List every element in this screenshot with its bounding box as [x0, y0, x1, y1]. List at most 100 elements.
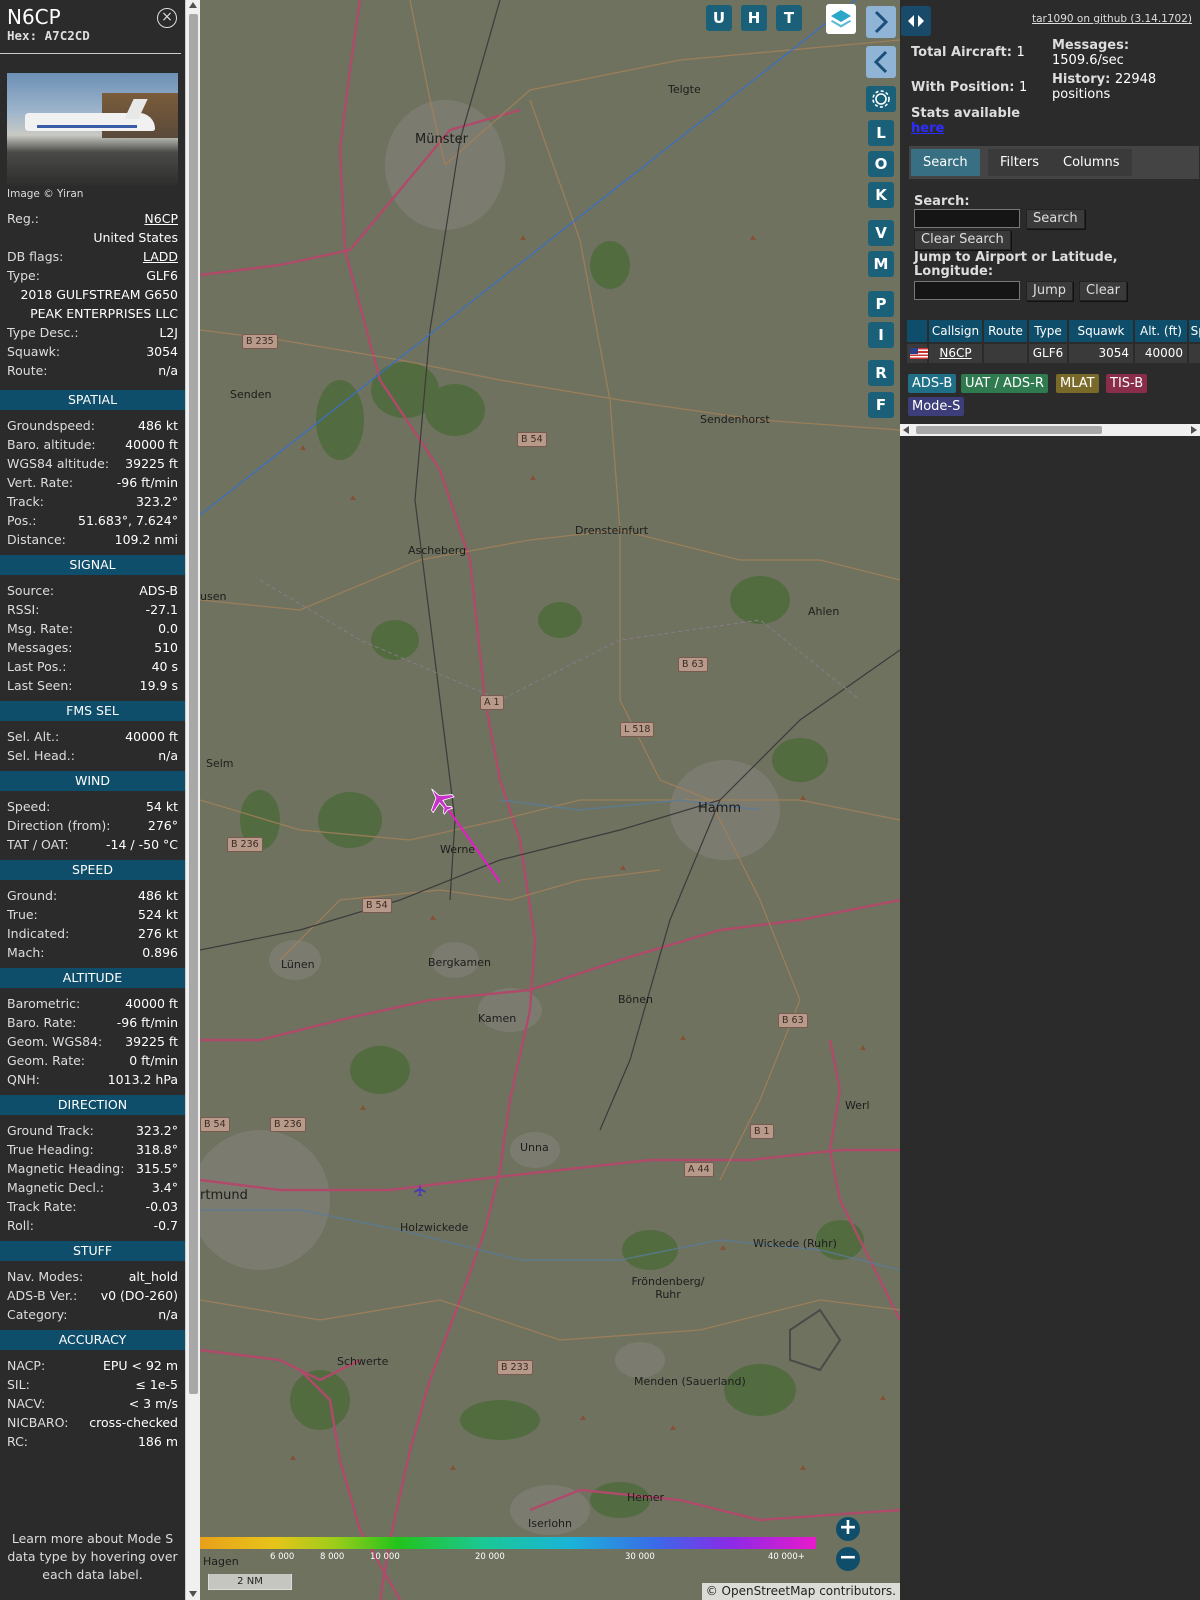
- zoom-out-button[interactable]: −: [836, 1547, 860, 1571]
- map-road-label: B 63: [678, 657, 708, 672]
- table-header-spd[interactable]: Spd.: [1189, 320, 1200, 342]
- table-header-type[interactable]: Type: [1029, 320, 1067, 342]
- table-header-callsign[interactable]: Callsign: [929, 320, 982, 342]
- info-row: Ground Track: 323.2°: [0, 1121, 185, 1140]
- info-value: 323.2°: [135, 494, 178, 509]
- section-header-fms-sel: FMS SEL: [0, 701, 185, 721]
- info-row: Msg. Rate: 0.0: [0, 619, 185, 638]
- gear-icon[interactable]: [866, 86, 896, 112]
- legend-tick: 40 000+: [768, 1552, 805, 1562]
- info-value: PEAK ENTERPRISES LLC: [30, 306, 178, 321]
- info-label: Track Rate:: [7, 1199, 77, 1214]
- map-button-k[interactable]: K: [868, 182, 894, 208]
- map-label-town: Drensteinfurt: [575, 524, 649, 537]
- info-row: Sel. Alt.: 40000 ft: [0, 727, 185, 746]
- map-road-label: B 1: [750, 1124, 774, 1139]
- info-label: True Heading:: [7, 1142, 94, 1157]
- info-label: Pos.:: [7, 513, 37, 528]
- table-header-alt-ft[interactable]: Alt. (ft): [1135, 320, 1187, 342]
- info-value: 276 kt: [138, 926, 178, 941]
- search-input[interactable]: [914, 209, 1020, 228]
- info-value: -96 ft/min: [116, 475, 178, 490]
- map-button-m[interactable]: M: [868, 251, 894, 277]
- jump-button[interactable]: Jump: [1026, 281, 1073, 301]
- chevron-left-icon[interactable]: [866, 46, 896, 78]
- layers-icon[interactable]: [826, 4, 856, 34]
- zoom-in-button[interactable]: +: [836, 1517, 860, 1541]
- info-label: RSSI:: [7, 602, 40, 617]
- map-canvas[interactable]: Münster Telgte Senden Sendenhorst Ascheberg D…: [200, 0, 900, 1600]
- info-row: Ground: 486 kt: [0, 886, 185, 905]
- info-row: Geom. WGS84: 39225 ft: [0, 1032, 185, 1051]
- hex-value: A7C2CD: [44, 28, 90, 43]
- photo-credit: Image © Yiran: [7, 188, 84, 200]
- info-row: NICBARO: cross-checked: [0, 1413, 185, 1432]
- chevron-right-icon[interactable]: [866, 6, 896, 38]
- info-value[interactable]: N6CP: [144, 209, 178, 228]
- map-base: [200, 0, 900, 1600]
- table-header-route[interactable]: Route: [984, 320, 1027, 342]
- aircraft-photo[interactable]: [7, 73, 178, 186]
- info-label: Barometric:: [7, 996, 81, 1011]
- table-scrollbar[interactable]: [900, 424, 1200, 436]
- info-row: Nav. Modes: alt_hold: [0, 1267, 185, 1286]
- info-label: SIL:: [7, 1377, 30, 1392]
- jump-input[interactable]: [914, 281, 1020, 300]
- info-value[interactable]: LADD: [143, 247, 178, 266]
- info-value: 0 ft/min: [129, 1053, 178, 1068]
- map-button-i[interactable]: I: [868, 322, 894, 348]
- info-label: Messages:: [7, 640, 73, 655]
- info-row: Baro. altitude: 40000 ft: [0, 435, 185, 454]
- info-label: Track:: [7, 494, 44, 509]
- info-row: ADS-B Ver.: v0 (DO-260): [0, 1286, 185, 1305]
- info-label: Direction (from):: [7, 818, 111, 833]
- tab-columns[interactable]: Columns: [1051, 149, 1132, 176]
- arrows-left-right-icon[interactable]: [901, 6, 931, 36]
- info-row: True Heading: 318.8°: [0, 1140, 185, 1159]
- map-button-l[interactable]: L: [868, 120, 894, 146]
- info-value: 40000 ft: [125, 729, 178, 744]
- info-label: Nav. Modes:: [7, 1269, 84, 1284]
- map-button-p[interactable]: P: [868, 291, 894, 317]
- info-label: NACP:: [7, 1358, 46, 1373]
- general-info: Reg.: N6CP United States DB flags: LADD Type:…: [0, 209, 185, 380]
- map-label-town: rtmund: [200, 1188, 248, 1203]
- map-button-v[interactable]: V: [868, 220, 894, 246]
- table-cell-callsign[interactable]: N6CP: [929, 344, 982, 363]
- info-value: 109.2 nmi: [114, 532, 178, 547]
- tab-search[interactable]: Search: [911, 149, 980, 176]
- table-cell-spd: [1189, 344, 1200, 363]
- info-label: Magnetic Decl.:: [7, 1180, 105, 1195]
- info-label: Last Seen:: [7, 678, 73, 693]
- map-button-t[interactable]: T: [776, 5, 802, 31]
- info-row: RC: 186 m: [0, 1432, 185, 1451]
- search-button[interactable]: Search: [1026, 209, 1085, 229]
- map-button-f[interactable]: F: [868, 392, 894, 418]
- map-button-o[interactable]: O: [868, 151, 894, 177]
- stats-link[interactable]: here: [911, 121, 944, 136]
- info-panel-scrollbar[interactable]: [185, 0, 200, 1600]
- tab-filters[interactable]: Filters: [988, 149, 1051, 176]
- map-road-label: B 235: [242, 334, 278, 349]
- info-row: Groundspeed: 486 kt: [0, 416, 185, 435]
- map-button-h[interactable]: H: [741, 5, 767, 31]
- map-road-label: B 54: [517, 432, 547, 447]
- table-header-squawk[interactable]: Squawk: [1069, 320, 1133, 342]
- github-link[interactable]: tar1090 on github (3.14.1702): [1032, 13, 1192, 25]
- info-value: EPU < 92 m: [102, 1358, 178, 1373]
- legend-tick: 30 000: [625, 1552, 655, 1562]
- map-button-r[interactable]: R: [868, 360, 894, 386]
- info-row: PEAK ENTERPRISES LLC: [0, 304, 185, 323]
- map-button-u[interactable]: U: [706, 5, 732, 31]
- close-icon[interactable]: ×: [157, 8, 177, 28]
- info-value: -0.7: [153, 1218, 178, 1233]
- info-value: 486 kt: [138, 418, 178, 433]
- info-label: Ground:: [7, 888, 58, 903]
- info-value: 315.5°: [135, 1161, 178, 1176]
- map-label-town: Iserlohn: [528, 1517, 572, 1530]
- info-label: Category:: [7, 1307, 68, 1322]
- clear-search-button[interactable]: Clear Search: [914, 230, 1011, 250]
- info-value: GLF6: [146, 268, 178, 283]
- clear-button[interactable]: Clear: [1079, 281, 1127, 301]
- info-label: Ground Track:: [7, 1123, 94, 1138]
